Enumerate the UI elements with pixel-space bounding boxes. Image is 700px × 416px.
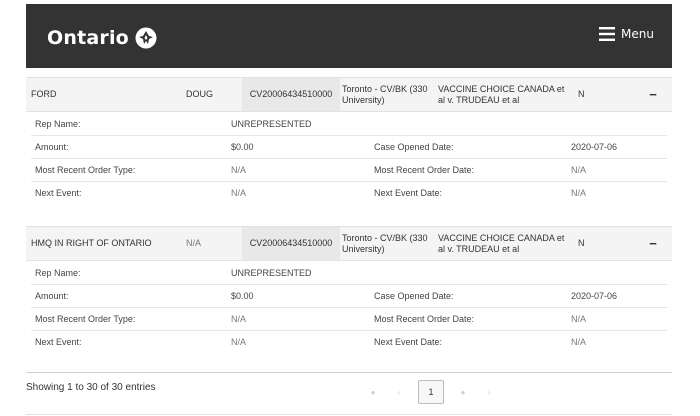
order-type-label: Most Recent Order Type:: [35, 165, 136, 175]
site-header: Ontario Menu: [26, 4, 672, 68]
case-title: VACCINE CHOICE CANADA et al v. TRUDEAU e…: [438, 83, 565, 105]
case-opened-value: 2020-07-06: [571, 142, 618, 152]
detail-row: Rep Name: UNREPRESENTED: [31, 261, 667, 285]
trillium-icon: [135, 27, 157, 49]
case-number: CV20006434510000: [242, 78, 340, 111]
menu-button[interactable]: Menu: [599, 27, 654, 41]
next-event-date-value: N/A: [571, 337, 587, 347]
divider: [26, 414, 672, 415]
last-name: HMQ IN RIGHT OF ONTARIO: [31, 238, 152, 248]
record-summary-row[interactable]: HMQ IN RIGHT OF ONTARIO N/A CV2000643451…: [26, 226, 672, 261]
order-date-label: Most Recent Order Date:: [374, 165, 475, 175]
next-event-label: Next Event:: [35, 188, 82, 198]
amount-value: $0.00: [231, 142, 254, 152]
next-event-value: N/A: [231, 337, 247, 347]
menu-label: Menu: [621, 27, 654, 41]
order-date-label: Most Recent Order Date:: [374, 314, 475, 324]
rep-name-label: Rep Name:: [35, 268, 81, 278]
flag-value: N: [578, 89, 585, 99]
page-button-current[interactable]: 1: [418, 380, 444, 404]
court-location: Toronto - CV/BK (330 University): [342, 232, 428, 254]
first-name: DOUG: [186, 89, 213, 99]
chevron-right-icon[interactable]: ●: [456, 388, 470, 397]
amount-label: Amount:: [35, 142, 69, 152]
order-date-value: N/A: [571, 165, 587, 175]
order-date-value: N/A: [571, 314, 587, 324]
double-chevron-left-icon[interactable]: ●: [366, 388, 380, 397]
collapse-icon[interactable]: −: [646, 227, 660, 260]
detail-row: Most Recent Order Type: N/A Most Recent …: [31, 158, 667, 182]
detail-row: Most Recent Order Type: N/A Most Recent …: [31, 307, 667, 331]
case-opened-label: Case Opened Date:: [374, 142, 454, 152]
brand-name: Ontario: [47, 27, 129, 49]
chevron-left-icon[interactable]: ‹: [392, 388, 406, 397]
rep-name-value: UNREPRESENTED: [231, 268, 312, 278]
detail-row: Next Event: N/A Next Event Date: N/A: [31, 330, 667, 353]
record-summary-row[interactable]: FORD DOUG CV20006434510000 Toronto - CV/…: [26, 77, 672, 112]
pagination: ● ‹ 1 ● ›: [360, 380, 502, 404]
double-chevron-right-icon[interactable]: ›: [482, 388, 496, 397]
case-opened-value: 2020-07-06: [571, 291, 618, 301]
entries-summary: Showing 1 to 30 of 30 entries: [26, 382, 156, 393]
detail-row: Amount: $0.00 Case Opened Date: 2020-07-…: [31, 284, 667, 308]
case-title: VACCINE CHOICE CANADA et al v. TRUDEAU e…: [438, 232, 565, 254]
flag-value: N: [578, 238, 585, 248]
order-type-value: N/A: [231, 165, 247, 175]
record-details: Rep Name: UNREPRESENTED Amount: $0.00 Ca…: [26, 112, 672, 228]
court-location: Toronto - CV/BK (330 University): [342, 83, 428, 105]
next-event-date-label: Next Event Date:: [374, 188, 443, 198]
detail-row: Rep Name: UNREPRESENTED: [31, 112, 667, 136]
case-record: HMQ IN RIGHT OF ONTARIO N/A CV2000643451…: [26, 226, 672, 377]
first-name: N/A: [186, 238, 202, 248]
last-name: FORD: [31, 89, 57, 99]
case-number: CV20006434510000: [242, 227, 340, 260]
next-event-date-label: Next Event Date:: [374, 337, 443, 347]
amount-value: $0.00: [231, 291, 254, 301]
collapse-icon[interactable]: −: [646, 78, 660, 111]
next-event-value: N/A: [231, 188, 247, 198]
order-type-value: N/A: [231, 314, 247, 324]
record-details: Rep Name: UNREPRESENTED Amount: $0.00 Ca…: [26, 261, 672, 377]
detail-row: Amount: $0.00 Case Opened Date: 2020-07-…: [31, 135, 667, 159]
rep-name-value: UNREPRESENTED: [231, 119, 312, 129]
detail-row: Next Event: N/A Next Event Date: N/A: [31, 181, 667, 204]
amount-label: Amount:: [35, 291, 69, 301]
ontario-logo[interactable]: Ontario: [47, 24, 157, 52]
case-record: FORD DOUG CV20006434510000 Toronto - CV/…: [26, 77, 672, 228]
case-opened-label: Case Opened Date:: [374, 291, 454, 301]
order-type-label: Most Recent Order Type:: [35, 314, 136, 324]
hamburger-icon: [599, 27, 616, 41]
divider: [26, 372, 672, 373]
next-event-date-value: N/A: [571, 188, 587, 198]
rep-name-label: Rep Name:: [35, 119, 81, 129]
next-event-label: Next Event:: [35, 337, 82, 347]
